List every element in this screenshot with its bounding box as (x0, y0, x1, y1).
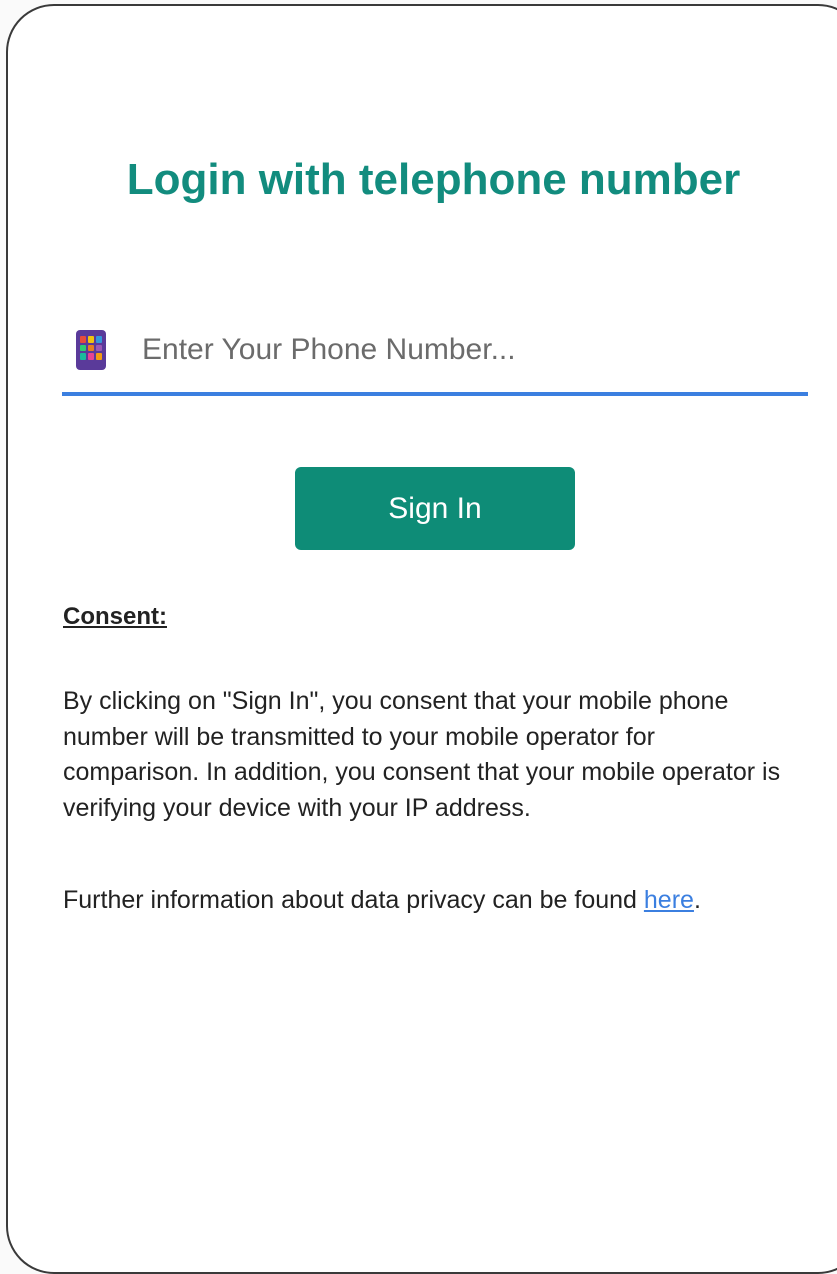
privacy-notice: Further information about data privacy c… (63, 882, 823, 918)
consent-heading: Consent: (63, 603, 167, 630)
phone-field (62, 318, 808, 396)
login-card: Login with telephone number Sign In Cons… (6, 4, 837, 1274)
privacy-prefix: Further information about data privacy c… (63, 886, 644, 914)
privacy-suffix: . (693, 886, 701, 914)
phone-number-input[interactable] (142, 324, 782, 376)
page-title: Login with telephone number (126, 155, 741, 204)
consent-text: By clicking on "Sign In", you consent th… (63, 687, 781, 822)
mobile-phone-icon (76, 330, 106, 370)
privacy-link[interactable]: here (644, 886, 694, 914)
sign-in-button[interactable]: Sign In (295, 467, 575, 550)
